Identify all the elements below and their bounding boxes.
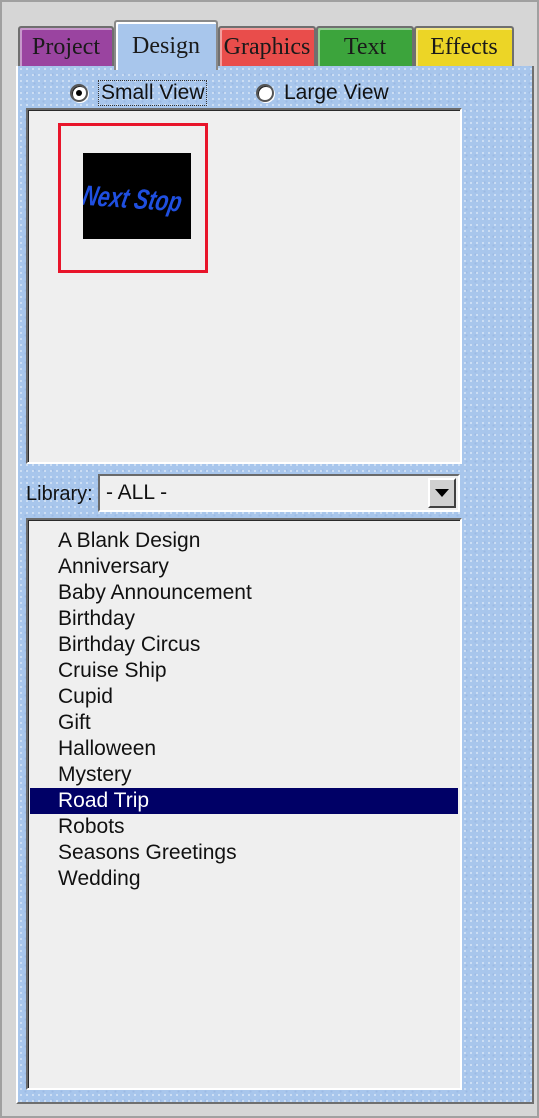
radio-checked-icon: [70, 84, 88, 102]
small-view-label: Small View: [98, 80, 208, 106]
list-item[interactable]: Road Trip: [30, 788, 458, 814]
next-stop-logo: Next Stop: [80, 180, 185, 218]
list-item[interactable]: Mystery: [30, 762, 458, 788]
library-dropdown[interactable]: - ALL -: [98, 474, 460, 512]
tab-effects[interactable]: Effects: [414, 26, 514, 66]
tab-project-label: Project: [32, 33, 100, 60]
list-item[interactable]: Cruise Ship: [30, 658, 458, 684]
thumbnail-text: Next Stop: [83, 180, 185, 218]
large-view-radio[interactable]: Large View: [256, 78, 389, 108]
chevron-down-icon: [435, 489, 449, 497]
list-item[interactable]: Cupid: [30, 684, 458, 710]
list-item[interactable]: Birthday Circus: [30, 632, 458, 658]
tab-effects-label: Effects: [430, 33, 498, 60]
list-item[interactable]: Gift: [30, 710, 458, 736]
design-window: Project Design Graphics Text Effects Sma…: [0, 0, 539, 1118]
tab-project[interactable]: Project: [18, 26, 114, 66]
tab-design-label: Design: [132, 32, 200, 59]
tab-design[interactable]: Design: [114, 20, 218, 70]
list-item[interactable]: Birthday: [30, 606, 458, 632]
list-item[interactable]: Robots: [30, 814, 458, 840]
next-stop-thumbnail-image: Next Stop: [80, 153, 191, 239]
small-view-radio[interactable]: Small View: [70, 78, 208, 108]
list-item[interactable]: Halloween: [30, 736, 458, 762]
large-view-label: Large View: [284, 81, 389, 104]
radio-unchecked-icon: [256, 84, 274, 102]
tab-graphics[interactable]: Graphics: [218, 26, 316, 66]
list-item[interactable]: A Blank Design: [30, 528, 458, 554]
design-list[interactable]: A Blank Design Anniversary Baby Announceme…: [26, 518, 462, 1090]
design-thumbnail[interactable]: Next Stop: [58, 123, 208, 273]
list-item[interactable]: Anniversary: [30, 554, 458, 580]
library-selected-value: - ALL -: [106, 481, 168, 504]
list-item[interactable]: Baby Announcement: [30, 580, 458, 606]
tab-graphics-label: Graphics: [223, 33, 311, 60]
dropdown-button[interactable]: [428, 478, 456, 508]
list-item[interactable]: Wedding: [30, 866, 458, 892]
tab-text[interactable]: Text: [316, 26, 414, 66]
library-label: Library:: [26, 482, 93, 505]
tab-text-label: Text: [343, 33, 387, 60]
list-item[interactable]: Seasons Greetings: [30, 840, 458, 866]
